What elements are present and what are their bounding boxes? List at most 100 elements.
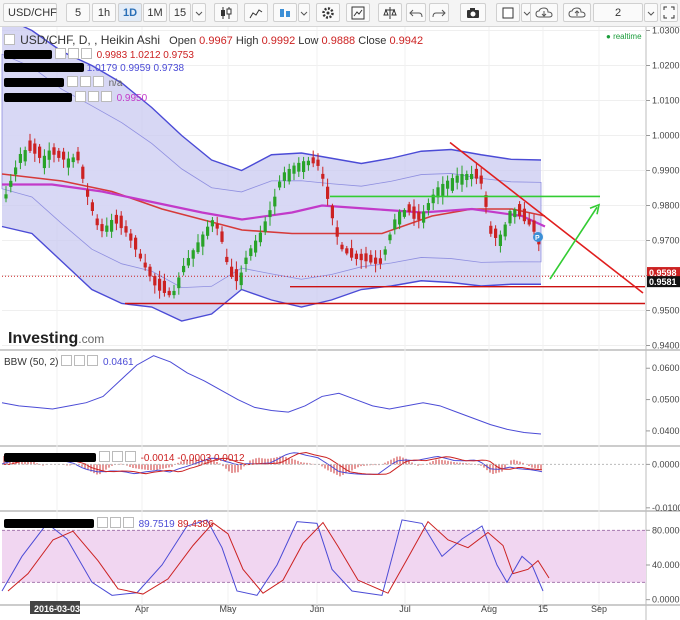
- candles-button[interactable]: [214, 3, 238, 22]
- bbw-value: 0.0461: [103, 357, 134, 368]
- candle-down: [52, 147, 56, 155]
- y-tick-label: 40.0000: [652, 560, 680, 570]
- candle-down: [95, 218, 99, 226]
- toolbar: USD/CHF 5 1h 1D 1M 15 2: [0, 0, 680, 27]
- cloud-upload-button[interactable]: [563, 3, 591, 22]
- open-label: Open: [169, 35, 197, 47]
- candle-up: [282, 172, 286, 181]
- compare-button[interactable]: [378, 3, 402, 22]
- candle-down: [412, 206, 416, 219]
- undo-icon: [409, 9, 423, 18]
- candle-down: [518, 204, 522, 217]
- candle-up: [9, 180, 13, 187]
- candle-up: [470, 174, 474, 180]
- gear-icon[interactable]: [67, 48, 79, 59]
- macd-values: -0.0014 -0.0003 0.0012: [140, 453, 245, 464]
- ind4-value: 0.9950: [116, 93, 148, 104]
- eye-icon[interactable]: [74, 91, 86, 102]
- cloud-download-button[interactable]: [530, 3, 558, 22]
- timeframe-dropdown-button[interactable]: [192, 3, 206, 22]
- candle-up: [71, 157, 75, 163]
- gear-icon[interactable]: [79, 76, 91, 87]
- eye-icon[interactable]: [98, 451, 110, 462]
- candle-up: [383, 249, 387, 255]
- fullscreen-button[interactable]: [660, 3, 678, 22]
- candle-down: [311, 157, 315, 164]
- redacted-label: [4, 453, 96, 462]
- x-tick-label: 15: [538, 604, 548, 614]
- candle-up: [455, 175, 459, 183]
- gear-icon[interactable]: [87, 91, 99, 102]
- balance-icon: [383, 7, 397, 19]
- y-tick-label: 0.0500: [652, 395, 680, 405]
- candle-down: [81, 166, 85, 179]
- symbol-input[interactable]: USD/CHF: [3, 3, 57, 22]
- eye-icon[interactable]: [54, 48, 66, 59]
- candle-up: [249, 248, 253, 257]
- y-tick-label: 0.9400: [652, 341, 680, 351]
- candle-down: [527, 219, 531, 225]
- layout-count-button[interactable]: 2: [593, 3, 643, 22]
- color-button[interactable]: [496, 3, 520, 22]
- snapshot-button[interactable]: [460, 3, 486, 22]
- timeframe-5[interactable]: 5: [66, 3, 90, 22]
- candle-up: [460, 174, 464, 185]
- price-label-text: 0.9581: [649, 277, 677, 287]
- stochastic-band: [2, 530, 646, 583]
- indicators-icon: [351, 6, 365, 20]
- candle-up: [210, 220, 214, 227]
- settings-button[interactable]: [316, 3, 340, 22]
- indicators-button[interactable]: [346, 3, 370, 22]
- candle-down: [330, 205, 334, 219]
- y-tick-label: 0.0000: [652, 459, 680, 469]
- chart-canvas[interactable]: 1.0300 1.0200 1.0100 1.0000 0.9900 0.9800 0.97…: [0, 27, 680, 620]
- eye-icon[interactable]: [96, 517, 108, 528]
- bb2-values: 1.0179 0.9959 0.9738: [86, 63, 185, 74]
- candle-down: [153, 276, 157, 286]
- candle-down: [119, 215, 123, 229]
- timeframe-1m[interactable]: 1M: [143, 3, 167, 22]
- close-icon[interactable]: [80, 48, 92, 59]
- close-icon[interactable]: [124, 451, 136, 462]
- eye-icon[interactable]: [66, 76, 78, 87]
- candle-up: [191, 250, 195, 259]
- candle-down: [321, 173, 325, 179]
- y-tick-label: 0.9800: [652, 201, 680, 211]
- candle-down: [326, 186, 330, 199]
- layout-dropdown-button[interactable]: [644, 3, 658, 22]
- bar-chart-button[interactable]: [273, 3, 297, 22]
- candle-up: [441, 183, 445, 196]
- redo-button[interactable]: [429, 3, 449, 22]
- y-tick-label: 0.9900: [652, 166, 680, 176]
- main-title: USD/CHF, D, , Heikin Ashi: [20, 33, 161, 47]
- close-icon[interactable]: [87, 355, 99, 366]
- candle-down: [114, 214, 118, 224]
- high-value: 0.9992: [261, 35, 296, 47]
- stoch-d-value: 89.4386: [177, 519, 214, 530]
- high-label: High: [235, 35, 259, 47]
- candle-down: [354, 253, 358, 260]
- area-chart-button[interactable]: [244, 3, 268, 22]
- close-icon[interactable]: [92, 76, 104, 87]
- bb1-values: 0.9983 1.0212 0.9753: [96, 50, 194, 61]
- candle-down: [143, 262, 147, 268]
- candle-down: [57, 150, 61, 158]
- bar-chart-dropdown-button[interactable]: [298, 3, 310, 22]
- collapse-icon[interactable]: [4, 34, 15, 45]
- gear-icon[interactable]: [111, 451, 123, 462]
- close-icon[interactable]: [122, 517, 134, 528]
- gear-icon[interactable]: [109, 517, 121, 528]
- redacted-label: [4, 93, 72, 102]
- close-icon[interactable]: [100, 91, 112, 102]
- eye-icon[interactable]: [61, 355, 73, 366]
- candle-down: [90, 202, 94, 211]
- candle-down: [38, 146, 42, 158]
- gear-icon[interactable]: [74, 355, 86, 366]
- y-tick-label: 1.0200: [652, 61, 680, 71]
- timeframe-1h[interactable]: 1h: [92, 3, 116, 22]
- chevron-down-icon: [647, 11, 655, 16]
- timeframe-1d[interactable]: 1D: [118, 3, 142, 22]
- candle-down: [134, 237, 138, 250]
- undo-button[interactable]: [406, 3, 426, 22]
- timeframe-15[interactable]: 15: [169, 3, 191, 22]
